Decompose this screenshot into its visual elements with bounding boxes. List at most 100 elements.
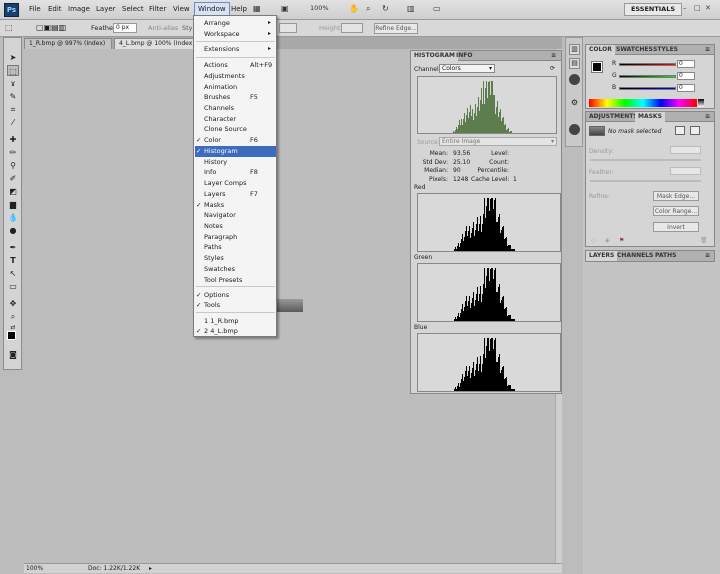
menu-item-notes[interactable]: Notes: [194, 221, 276, 232]
selection-mode-icons[interactable]: ▢▣▤▥: [36, 23, 66, 32]
actions-dock-icon[interactable]: [569, 124, 580, 135]
histogram-dock-icon[interactable]: ▥: [569, 44, 580, 55]
tab-layers[interactable]: LAYERS: [586, 251, 618, 261]
g-slider[interactable]: [619, 75, 676, 78]
marquee-tool-icon[interactable]: ⬚: [7, 65, 19, 76]
eraser-tool-icon[interactable]: ◩: [7, 186, 19, 197]
blur-tool-icon[interactable]: 💧: [7, 212, 19, 223]
lasso-tool-icon[interactable]: ɤ: [7, 78, 19, 89]
menu-item-clone-source[interactable]: Clone Source: [194, 124, 276, 135]
arrange-documents-icon[interactable]: ▥: [407, 4, 415, 13]
channel-select[interactable]: Colors ▾: [439, 64, 495, 73]
menu-item-2-4-l-bmp[interactable]: ✓ 2 4_L.bmp: [194, 326, 276, 337]
close-icon[interactable]: ✕: [705, 4, 714, 14]
panel-menu-icon[interactable]: ≡: [702, 112, 713, 122]
menu-item-paths[interactable]: Paths: [194, 242, 276, 253]
tab-masks[interactable]: MASKS: [635, 112, 665, 122]
menu-item-adjustments[interactable]: Adjustments: [194, 71, 276, 82]
delete-mask-icon[interactable]: 🗑: [700, 237, 708, 244]
type-tool-icon[interactable]: T: [7, 255, 19, 266]
menu-item-styles[interactable]: Styles: [194, 253, 276, 264]
view-extras-icon[interactable]: ▣: [281, 4, 289, 13]
grayscale-ramp[interactable]: [698, 99, 704, 107]
menu-image[interactable]: Image: [65, 4, 93, 14]
menu-item-layer-comps[interactable]: Layer Comps: [194, 178, 276, 189]
menu-item-swatches[interactable]: Swatches: [194, 264, 276, 275]
path-selection-tool-icon[interactable]: ↖: [7, 268, 19, 279]
hand-tool-icon[interactable]: ✋: [349, 4, 359, 13]
menu-help[interactable]: Help: [228, 4, 250, 14]
zoom-tool-icon[interactable]: ⌕: [366, 4, 370, 14]
r-value[interactable]: 0: [677, 60, 695, 68]
foreground-color-preview[interactable]: [591, 61, 603, 73]
pixel-mask-icon[interactable]: [675, 126, 685, 135]
menu-item-brushes[interactable]: Brushes F5: [194, 92, 276, 103]
menu-filter[interactable]: Filter: [146, 4, 169, 14]
info-dock-icon[interactable]: ▤: [569, 58, 580, 69]
menu-file[interactable]: File: [26, 4, 44, 14]
menu-item-histogram[interactable]: ✓ Histogram: [194, 146, 276, 157]
marquee-preset-icon[interactable]: ⬚: [5, 23, 13, 32]
pen-tool-icon[interactable]: ✒: [7, 242, 19, 253]
tab-histogram[interactable]: HISTOGRAM: [411, 51, 458, 61]
g-value[interactable]: 0: [677, 72, 695, 80]
maximize-icon[interactable]: □: [694, 4, 703, 14]
zoom-tool-icon[interactable]: ⌕: [7, 311, 19, 322]
menu-edit[interactable]: Edit: [45, 4, 65, 14]
menu-item-arrange[interactable]: Arrange ▸: [194, 18, 276, 29]
panel-menu-icon[interactable]: ≡: [702, 251, 713, 261]
r-slider[interactable]: [619, 63, 676, 66]
menu-window[interactable]: Window: [194, 2, 230, 16]
quick-mask-icon[interactable]: ◙: [7, 349, 19, 360]
tab-adjustments[interactable]: ADJUSTMENTS: [586, 112, 641, 122]
invert-button[interactable]: Invert: [653, 222, 699, 232]
tab-paths[interactable]: PATHS: [652, 251, 679, 261]
status-menu-arrow-icon[interactable]: ▸: [149, 564, 152, 573]
menu-select[interactable]: Select: [119, 4, 147, 14]
eyedropper-tool-icon[interactable]: ⁄: [7, 117, 19, 128]
menu-layer[interactable]: Layer: [93, 4, 119, 14]
rotate-view-icon[interactable]: ↻: [382, 4, 389, 13]
minimize-icon[interactable]: –: [683, 4, 692, 14]
refresh-icon[interactable]: ⟳: [550, 65, 555, 72]
quick-select-tool-icon[interactable]: ✎: [7, 91, 19, 102]
tab-color[interactable]: COLOR: [586, 45, 615, 55]
refine-edge-button[interactable]: Refine Edge...: [374, 23, 418, 34]
menu-item-info[interactable]: Info F8: [194, 167, 276, 178]
apply-mask-icon[interactable]: ◈: [605, 237, 610, 244]
history-dock-icon[interactable]: ⚙: [569, 98, 580, 109]
menu-item-channels[interactable]: Channels: [194, 103, 276, 114]
b-slider[interactable]: [619, 87, 676, 90]
menu-item-navigator[interactable]: Navigator: [194, 210, 276, 221]
document-image[interactable]: [276, 299, 303, 312]
crop-tool-icon[interactable]: ⌗: [7, 104, 19, 115]
color-spectrum-ramp[interactable]: [589, 99, 697, 107]
load-selection-icon[interactable]: ◌: [591, 237, 596, 244]
shape-tool-icon[interactable]: ▭: [7, 281, 19, 292]
dodge-tool-icon[interactable]: ●: [7, 225, 19, 236]
tab-info[interactable]: INFO: [453, 51, 475, 61]
navigator-dock-icon[interactable]: [569, 74, 580, 85]
color-range-button[interactable]: Color Range...: [653, 206, 699, 216]
height-input[interactable]: [341, 23, 363, 33]
feather-input[interactable]: 0 px: [113, 23, 137, 33]
feather-slider[interactable]: [590, 180, 701, 182]
move-tool-icon[interactable]: ➤: [7, 52, 19, 63]
history-brush-tool-icon[interactable]: ✐: [7, 173, 19, 184]
tab-styles[interactable]: STYLES: [650, 45, 681, 55]
menu-item-extensions[interactable]: Extensions ▸: [194, 44, 276, 55]
menu-item-actions[interactable]: Actions Alt+F9: [194, 60, 276, 71]
vector-mask-icon[interactable]: [690, 126, 700, 135]
bridge-icon[interactable]: ▦: [253, 4, 261, 13]
menu-item-tool-presets[interactable]: Tool Presets: [194, 275, 276, 286]
workspace-switcher[interactable]: ESSENTIALS: [624, 3, 682, 16]
zoom-level-dropdown[interactable]: 100%: [310, 4, 329, 12]
panel-menu-icon[interactable]: ≡: [702, 45, 713, 55]
mask-feather-input[interactable]: [670, 167, 701, 175]
healing-brush-tool-icon[interactable]: ✚: [7, 134, 19, 145]
b-value[interactable]: 0: [677, 84, 695, 92]
screen-mode-icon[interactable]: ▭: [433, 4, 441, 13]
density-input[interactable]: [670, 146, 701, 154]
gradient-tool-icon[interactable]: ▆: [7, 199, 19, 210]
foreground-color-swatch[interactable]: [7, 331, 16, 340]
